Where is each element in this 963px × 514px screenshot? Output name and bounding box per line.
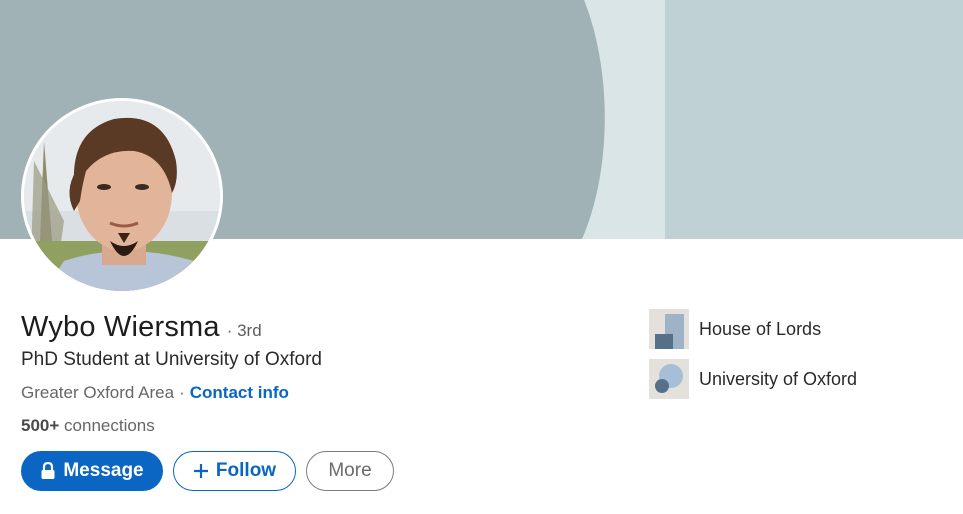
message-button[interactable]: Message [21,451,163,491]
more-button[interactable]: More [306,451,394,491]
plus-icon [193,463,209,479]
connections-label: connections [64,416,155,435]
profile-name: Wybo Wiersma [21,311,220,343]
connection-degree: · 3rd [226,321,262,340]
separator: · [179,383,185,402]
org-house-of-lords[interactable]: House of Lords [649,309,821,349]
message-button-label: Message [63,460,144,481]
follow-button-label: Follow [215,460,277,481]
location-row: Greater Oxford Area · Contact info [21,383,289,403]
profile-name-row: Wybo Wiersma · 3rd [21,311,262,344]
company-logo-icon [649,309,689,349]
profile-location: Greater Oxford Area [21,383,175,402]
profile-photo[interactable] [21,98,223,294]
org-name: University of Oxford [699,368,858,389]
org-name: House of Lords [699,318,822,339]
more-button-label: More [328,460,372,481]
org-university-of-oxford[interactable]: University of Oxford [649,359,857,399]
follow-button[interactable]: Follow [173,451,296,491]
lock-icon [40,462,56,480]
connections-count[interactable]: 500+ connections [21,416,155,436]
profile-headline: PhD Student at University of Oxford [21,349,322,370]
school-logo-icon [649,359,689,399]
connections-number: 500+ [21,416,60,435]
contact-info-link[interactable]: Contact info [190,383,289,403]
